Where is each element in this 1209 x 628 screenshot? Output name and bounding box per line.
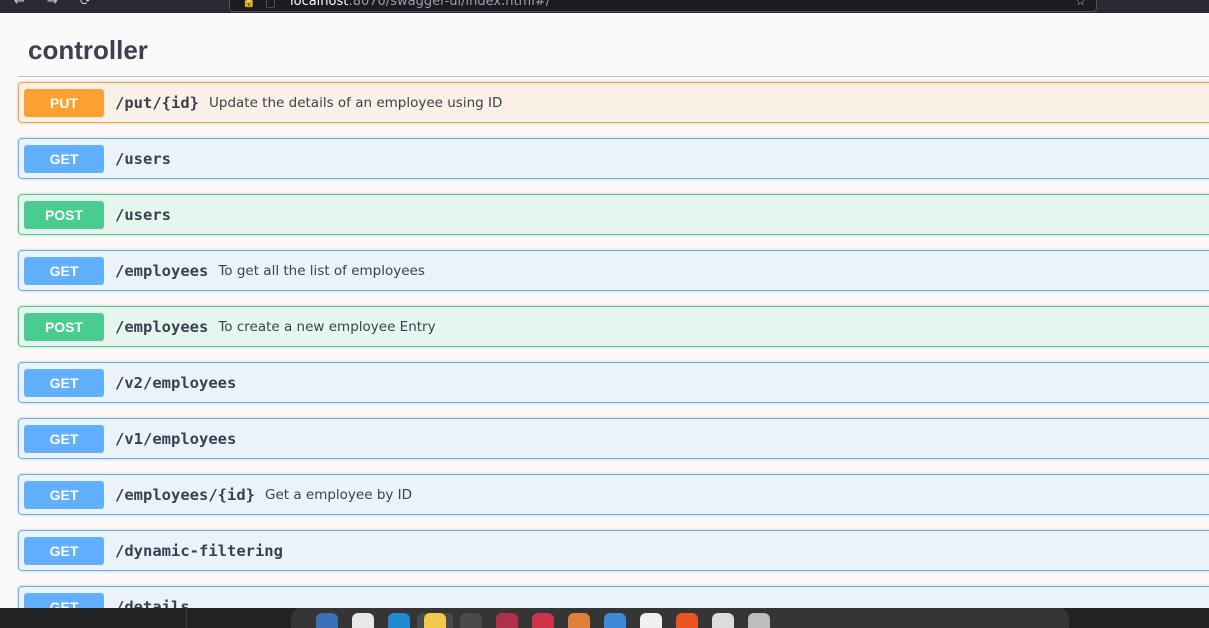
swagger-content: controller PUT/put/{id} Update the detail… xyxy=(0,13,1209,608)
warning-app-icon[interactable] xyxy=(417,613,453,628)
forward-icon[interactable]: → xyxy=(47,0,58,10)
operation-path: /users xyxy=(115,149,171,168)
method-badge: GET xyxy=(24,256,104,285)
globe-icon-glyph xyxy=(316,613,338,628)
operation-get-row[interactable]: GET/v2/employees xyxy=(18,362,1209,403)
browser-toolbar: ← → ⟳ 🔒 🗋 localhost:8070/swagger-ui/inde… xyxy=(0,0,1209,13)
operation-post-row[interactable]: POST/users xyxy=(18,194,1209,235)
reload-icon[interactable]: ⟳ xyxy=(80,0,91,10)
operation-path: /employees xyxy=(115,261,209,280)
chrome-icon-glyph xyxy=(604,613,626,628)
operation-path: /v2/employees xyxy=(115,373,237,392)
method-badge: GET xyxy=(24,144,104,173)
operation-path: /v1/employees xyxy=(115,429,237,448)
operation-get-row[interactable]: GET/details xyxy=(18,586,1209,608)
operation-path: /users xyxy=(115,205,171,224)
dock xyxy=(291,608,1069,628)
tag-title[interactable]: controller xyxy=(28,35,148,66)
operation-path: /employees/{id} xyxy=(115,485,255,504)
ubuntu-icon-glyph xyxy=(676,613,698,628)
url-text[interactable]: localhost:8070/swagger-ui/index.html#/ xyxy=(290,0,550,9)
operation-get-row[interactable]: GET/v1/employees xyxy=(18,418,1209,459)
url-bar[interactable]: 🔒 🗋 localhost:8070/swagger-ui/index.html… xyxy=(229,0,1097,12)
url-path: :8070/swagger-ui/index.html#/ xyxy=(348,0,551,9)
files-icon[interactable] xyxy=(345,613,381,628)
method-badge: POST xyxy=(24,312,104,341)
bookmark-star-icon[interactable]: ☆ xyxy=(1075,0,1086,8)
warning-app-icon-glyph xyxy=(424,613,446,628)
operation-path: /employees xyxy=(115,317,209,336)
taskbar-divider xyxy=(186,608,187,628)
terminal-icon-glyph xyxy=(460,613,482,628)
chrome-icon[interactable] xyxy=(597,613,633,628)
disc-icon[interactable] xyxy=(705,613,741,628)
ubuntu-icon[interactable] xyxy=(669,613,705,628)
notes-icon-glyph xyxy=(640,613,662,628)
lock-icon[interactable]: 🔒 xyxy=(242,0,256,8)
operations-list: PUT/put/{id} Update the details of an emp… xyxy=(18,82,1209,608)
operation-summary: Get a employee by ID xyxy=(264,486,413,503)
method-badge: POST xyxy=(24,200,104,229)
terminal-icon[interactable] xyxy=(453,613,489,628)
trash-icon-glyph xyxy=(748,613,770,628)
tag-divider xyxy=(18,76,1209,77)
operation-path: /details xyxy=(115,597,190,609)
app-icon-crimson[interactable] xyxy=(525,613,561,628)
trash-icon[interactable] xyxy=(741,613,777,628)
vscode-icon[interactable] xyxy=(381,613,417,628)
operation-get-row[interactable]: GET/employees/{id} Get a employee by ID xyxy=(18,474,1209,515)
operation-path: /dynamic-filtering xyxy=(115,541,283,560)
method-badge: PUT xyxy=(24,88,104,117)
method-badge: GET xyxy=(24,368,104,397)
taskbar xyxy=(0,608,1209,628)
operation-put-row[interactable]: PUT/put/{id} Update the details of an emp… xyxy=(18,82,1209,123)
operation-post-row[interactable]: POST/employees To create a new employee E… xyxy=(18,306,1209,347)
operation-path: /put/{id} xyxy=(115,93,199,112)
back-icon[interactable]: ← xyxy=(14,0,25,10)
method-badge: GET xyxy=(24,536,104,565)
operation-get-row[interactable]: GET/employees To get all the list of empl… xyxy=(18,250,1209,291)
app-icon-red[interactable] xyxy=(489,613,525,628)
operation-summary: To create a new employee Entry xyxy=(218,318,436,335)
operation-summary: Update the details of an employee using … xyxy=(209,94,503,111)
dock-icons xyxy=(309,613,777,628)
app-icon-red-glyph xyxy=(496,613,518,628)
operation-get-row[interactable]: GET/users xyxy=(18,138,1209,179)
nav-buttons: ← → ⟳ xyxy=(14,0,91,10)
notes-icon[interactable] xyxy=(633,613,669,628)
page-icon: 🗋 xyxy=(266,0,275,10)
method-badge: GET xyxy=(24,592,104,608)
files-icon-glyph xyxy=(352,613,374,628)
operation-summary: To get all the list of employees xyxy=(218,262,425,279)
globe-icon[interactable] xyxy=(309,613,345,628)
vscode-icon-glyph xyxy=(388,613,410,628)
disc-icon-glyph xyxy=(712,613,734,628)
method-badge: GET xyxy=(24,480,104,509)
app-icon-crimson-glyph xyxy=(532,613,554,628)
bag-icon-glyph xyxy=(568,613,590,628)
bag-icon[interactable] xyxy=(561,613,597,628)
method-badge: GET xyxy=(24,424,104,453)
url-host: localhost xyxy=(290,0,349,9)
operation-get-row[interactable]: GET/dynamic-filtering xyxy=(18,530,1209,571)
